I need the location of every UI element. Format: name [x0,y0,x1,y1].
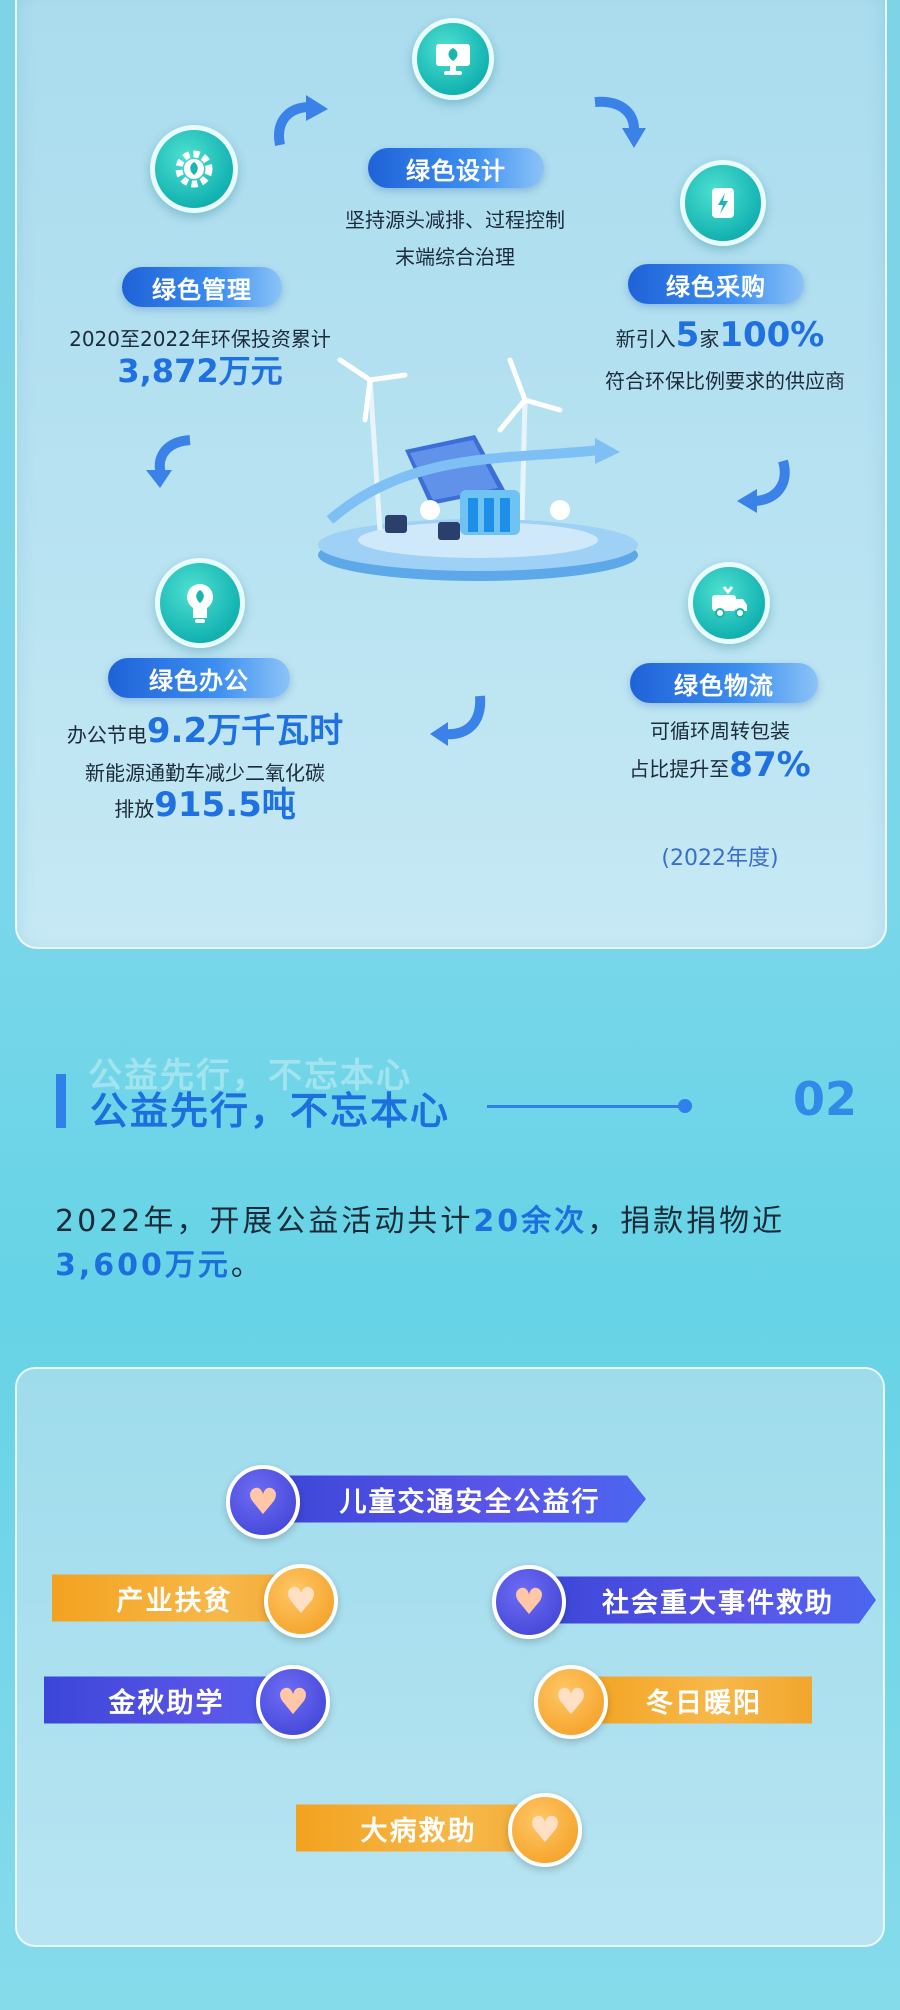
logistics-percent: 87% [729,745,811,785]
office-co2: 915.5吨 [154,785,296,825]
solar-wind-platform-illustration [318,357,638,581]
section-accent-bar [56,1074,66,1128]
para-count: 20余次 [473,1204,588,1239]
green-office-label: 绿色办公 [108,658,290,698]
green-logistics-line2: 占比提升至87% [580,748,860,786]
green-design-line2: 末端综合治理 [395,245,515,269]
green-office-line3: 排放915.5吨 [40,788,370,826]
logistics-prefix: 占比提升至 [629,757,730,781]
purchase-percent: 100% [719,315,825,355]
section-divider-line [487,1105,682,1108]
green-design-line1: 坚持源头减排、过程控制 [345,208,565,232]
green-logistics-label: 绿色物流 [630,663,818,703]
purchase-unit: 家 [699,327,720,351]
cycle-arrow-icon [274,95,328,146]
cycle-arrow-icon [430,695,486,746]
monitor-leaf-icon [412,18,494,100]
office-power: 9.2万千瓦时 [146,711,344,751]
charity-activities-card [15,1367,885,1947]
lightbulb-icon [155,558,245,648]
office-prefix: 办公节电 [66,723,147,747]
cycle-arrow-icon [594,96,646,148]
para-e: 。 [230,1248,264,1283]
section-title: 公益先行，不忘本心 [90,1089,451,1133]
para-amount: 3,600万元 [55,1248,231,1283]
heart-icon: ♥ [256,1665,330,1739]
office-prefix3: 排放 [114,797,155,821]
heart-icon: ♥ [492,1565,566,1639]
truck-icon [688,562,770,644]
section-number: 02 [793,1072,858,1126]
green-management-label: 绿色管理 [122,267,282,307]
charity-badge: 冬日暖阳 [576,1676,812,1724]
heart-icon: ♥ [534,1665,608,1739]
heart-icon: ♥ [508,1793,582,1867]
gear-leaf-icon [150,125,238,213]
cycle-arrow-icon [146,435,191,488]
section-divider-dot [678,1099,692,1113]
green-purchase-label: 绿色采购 [628,264,804,304]
para-a: 2022年，开展公益活动共计 [55,1204,474,1239]
green-management-value: 3,872万元 [117,352,283,390]
green-logistics-line1: 可循环周转包装 [650,719,790,743]
purchase-count: 5 [675,315,700,355]
charity-badge: 社会重大事件救助 [536,1576,876,1624]
heart-icon: ♥ [226,1465,300,1539]
charity-badge: 儿童交通安全公益行 [270,1475,646,1523]
cycle-arrow-icon [737,459,790,513]
green-management-line1: 2020至2022年环保投资累计 [69,327,331,351]
heart-icon: ♥ [264,1564,338,1638]
year-note: (2022年度) [661,846,779,871]
charity-summary-paragraph: 2022年，开展公益活动共计20余次，捐款捐物近 3,600万元。 [55,1200,855,1288]
green-office-line1: 办公节电9.2万千瓦时 [40,714,370,752]
battery-leaf-icon [680,160,766,246]
green-design-label: 绿色设计 [368,148,544,188]
para-c: ，捐款捐物近 [587,1204,786,1239]
